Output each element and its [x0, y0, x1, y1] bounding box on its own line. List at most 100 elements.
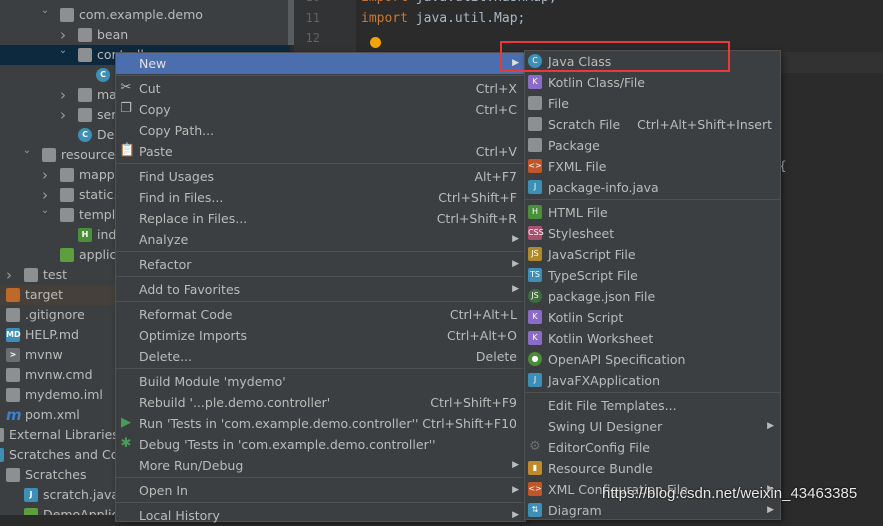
menu-item-stylesheet[interactable]: CSS Stylesheet — [525, 223, 780, 244]
menu-item-shortcut: Ctrl+Shift+R — [436, 211, 517, 226]
chevron-right-icon[interactable]: › — [4, 265, 14, 285]
tree-item-label: bean — [97, 27, 129, 42]
menu-item-label: Paste — [139, 144, 173, 159]
menu-item-file[interactable]: File — [525, 93, 780, 114]
menu-item-kotlin-class-file[interactable]: K Kotlin Class/File — [525, 72, 780, 93]
chevron-down-icon[interactable]: ⌄ — [40, 1, 50, 21]
menu-item-replace-in-files[interactable]: Replace in Files... Ctrl+Shift+R — [116, 208, 525, 229]
tree-item-label: mvnw — [25, 347, 63, 362]
menu-item-swing-ui-designer[interactable]: Swing UI Designer ▶ — [525, 416, 780, 437]
menu-item-label: Delete... — [139, 349, 192, 364]
ts-file-icon: TS — [528, 268, 542, 282]
menu-item-edit-file-templates[interactable]: Edit File Templates... — [525, 395, 780, 416]
menu-item-label: Copy Path... — [139, 123, 215, 138]
submenu-arrow-icon: ▶ — [512, 284, 519, 294]
menu-item-typescript-file[interactable]: TS TypeScript File — [525, 265, 780, 286]
menu-item-kotlin-script[interactable]: K Kotlin Script — [525, 307, 780, 328]
menu-item-refactor[interactable]: Refactor ▶ — [116, 254, 525, 275]
tree-item[interactable]: › bean — [0, 25, 290, 45]
text-file-icon — [6, 368, 20, 382]
menu-item-openapi-specification[interactable]: ● OpenAPI Specification — [525, 349, 780, 370]
menu-item-package[interactable]: Package — [525, 135, 780, 156]
lightbulb-icon[interactable] — [370, 37, 381, 48]
code-keyword: import — [361, 10, 408, 26]
menu-item-fxml-file[interactable]: <> FXML File — [525, 156, 780, 177]
java-file-icon: J — [528, 373, 542, 387]
menu-item-add-to-favorites[interactable]: Add to Favorites ▶ — [116, 279, 525, 300]
debug-icon: ✱ — [120, 436, 132, 451]
menu-item-label: OpenAPI Specification — [548, 352, 686, 367]
line-number: 11 — [305, 10, 320, 25]
menu-item-javascript-file[interactable]: JS JavaScript File — [525, 244, 780, 265]
menu-item-cut[interactable]: ✂ Cut Ctrl+X — [116, 78, 525, 99]
menu-item-analyze[interactable]: Analyze ▶ — [116, 229, 525, 250]
copy-icon: ❐ — [120, 101, 132, 116]
menu-item-new[interactable]: New ▶ — [116, 53, 525, 74]
tree-item-label: test — [43, 267, 68, 282]
menu-item-resource-bundle[interactable]: ▮ Resource Bundle — [525, 458, 780, 479]
menu-item-find-usages[interactable]: Find Usages Alt+F7 — [116, 166, 525, 187]
java-file-icon: J — [528, 180, 542, 194]
menu-item-shortcut: Ctrl+Alt+O — [447, 328, 517, 343]
js-file-icon: JS — [528, 247, 542, 261]
maven-icon: m — [6, 406, 22, 424]
menu-item-local-history[interactable]: Local History ▶ — [116, 505, 525, 526]
menu-item-package-json-file[interactable]: JS package.json File — [525, 286, 780, 307]
menu-item-build-module-mydemo[interactable]: Build Module 'mydemo' — [116, 371, 525, 392]
chevron-right-icon[interactable]: › — [40, 165, 50, 185]
tree-item-label: scratch.java — [43, 487, 120, 502]
menu-item-shortcut: Delete — [475, 349, 517, 364]
kotlin-script-icon: K — [528, 310, 542, 324]
tree-item-label: HELP.md — [25, 327, 79, 342]
menu-item-find-in-files[interactable]: Find in Files... Ctrl+Shift+F — [116, 187, 525, 208]
menu-item-rebuild-ple-demo-controller[interactable]: Rebuild '...ple.demo.controller' Ctrl+Shi… — [116, 392, 525, 413]
submenu-arrow-icon: ▶ — [512, 259, 519, 269]
package-icon — [78, 88, 92, 102]
tree-item-label: mydemo.iml — [25, 387, 103, 402]
file-icon — [528, 96, 542, 110]
run-icon: ▶ — [121, 415, 131, 430]
menu-item-reformat-code[interactable]: Reformat Code Ctrl+Alt+L — [116, 304, 525, 325]
menu-item-diagram[interactable]: ⇅ Diagram ▶ — [525, 500, 780, 521]
css-file-icon: CSS — [528, 226, 544, 240]
tree-item-label: pom.xml — [25, 407, 80, 422]
menu-item-kotlin-worksheet[interactable]: K Kotlin Worksheet — [525, 328, 780, 349]
menu-item-debug-tests-in-com-example-demo-controller[interactable]: ✱ Debug 'Tests in 'com.example.demo.contr… — [116, 434, 525, 455]
menu-item-label: Kotlin Class/File — [548, 75, 645, 90]
menu-item-package-info-java[interactable]: Jpackage-info.java — [525, 177, 780, 198]
menu-item-label: Package — [548, 138, 600, 153]
annotation-highlight-box — [500, 41, 730, 72]
tree-item-label: target — [25, 287, 64, 302]
menu-item-optimize-imports[interactable]: Optimize Imports Ctrl+Alt+O — [116, 325, 525, 346]
menu-item-label: Replace in Files... — [139, 211, 248, 226]
nodejs-icon: JS — [528, 289, 542, 303]
chevron-down-icon[interactable]: ⌄ — [40, 201, 50, 221]
menu-item-label: package.json File — [548, 289, 656, 304]
menu-item-html-file[interactable]: H HTML File — [525, 202, 780, 223]
menu-item-more-run-debug[interactable]: More Run/Debug ▶ — [116, 455, 525, 476]
menu-item-label: Find Usages — [139, 169, 215, 184]
menu-item-label: Cut — [139, 81, 161, 96]
menu-item-run-tests-in-com-example-demo-controller[interactable]: ▶ Run 'Tests in 'com.example.demo.control… — [116, 413, 525, 434]
menu-item-label: Kotlin Script — [548, 310, 624, 325]
chevron-right-icon[interactable]: › — [58, 85, 68, 105]
menu-item-paste[interactable]: 📋 Paste Ctrl+V — [116, 141, 525, 162]
menu-item-copy[interactable]: ❐ Copy Ctrl+C — [116, 99, 525, 120]
menu-item-delete[interactable]: Delete... Delete — [116, 346, 525, 367]
menu-item-label: New — [139, 56, 167, 71]
chevron-down-icon[interactable]: ⌄ — [58, 41, 68, 61]
menu-item-label: Diagram — [548, 503, 602, 518]
menu-item-scratch-file[interactable]: Scratch File Ctrl+Alt+Shift+Insert — [525, 114, 780, 135]
chevron-right-icon[interactable]: › — [58, 105, 68, 125]
menu-item-open-in[interactable]: Open In ▶ — [116, 480, 525, 501]
tree-item-label: .gitignore — [25, 307, 85, 322]
resource-bundle-icon: ▮ — [528, 461, 542, 475]
menu-item-copy-path[interactable]: Copy Path... — [116, 120, 525, 141]
menu-item-editorconfig-file[interactable]: ⚙ EditorConfig File — [525, 437, 780, 458]
menu-item-javafxapplication[interactable]: J JavaFXApplication — [525, 370, 780, 391]
chevron-down-icon[interactable]: ⌄ — [22, 141, 32, 161]
submenu-arrow-icon: ▶ — [512, 510, 519, 520]
tree-item[interactable]: ⌄ com.example.demo — [0, 5, 290, 25]
package-icon — [60, 8, 74, 22]
markdown-file-icon: MD — [6, 328, 21, 342]
